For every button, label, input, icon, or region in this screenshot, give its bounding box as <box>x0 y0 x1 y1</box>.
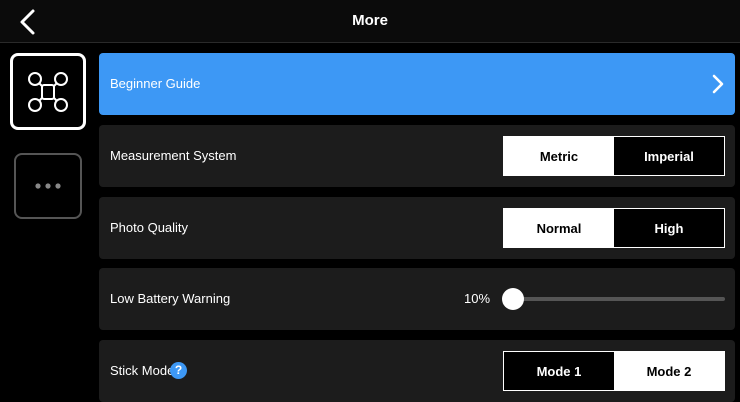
mode-1-option[interactable]: Mode 1 <box>504 352 614 390</box>
page-title: More <box>352 12 388 29</box>
measurement-system-label: Measurement System <box>110 148 237 163</box>
low-battery-slider-track[interactable] <box>503 297 725 301</box>
sidebar-item-more[interactable] <box>14 153 82 219</box>
low-battery-slider-handle[interactable] <box>502 288 524 310</box>
imperial-option[interactable]: Imperial <box>614 137 724 175</box>
photo-quality-toggle: Normal High <box>503 208 725 248</box>
mode-2-option[interactable]: Mode 2 <box>614 352 724 390</box>
help-icon[interactable]: ? <box>170 362 187 379</box>
top-bar: More <box>0 0 740 43</box>
normal-option[interactable]: Normal <box>504 209 614 247</box>
more-dots-icon <box>35 183 61 189</box>
stick-mode-label: Stick Mode <box>110 363 175 378</box>
photo-quality-label: Photo Quality <box>110 220 189 235</box>
measurement-system-toggle: Metric Imperial <box>503 136 725 176</box>
stick-mode-toggle: Mode 1 Mode 2 <box>503 351 725 391</box>
measurement-system-row: Measurement System Metric Imperial <box>99 125 735 187</box>
sidebar-item-aircraft[interactable] <box>10 53 86 130</box>
stick-mode-row: Stick Mode ? Mode 1 Mode 2 <box>99 340 735 402</box>
drone-icon <box>28 71 68 112</box>
beginner-guide-row[interactable]: Beginner Guide <box>99 53 735 115</box>
low-battery-warning-row: Low Battery Warning 10% <box>99 268 735 330</box>
low-battery-value: 10% <box>464 291 491 306</box>
chevron-right-icon <box>712 74 724 94</box>
beginner-guide-label: Beginner Guide <box>110 76 201 91</box>
metric-option[interactable]: Metric <box>504 137 614 175</box>
photo-quality-row: Photo Quality Normal High <box>99 197 735 259</box>
low-battery-warning-label: Low Battery Warning <box>110 291 231 306</box>
high-option[interactable]: High <box>614 209 724 247</box>
